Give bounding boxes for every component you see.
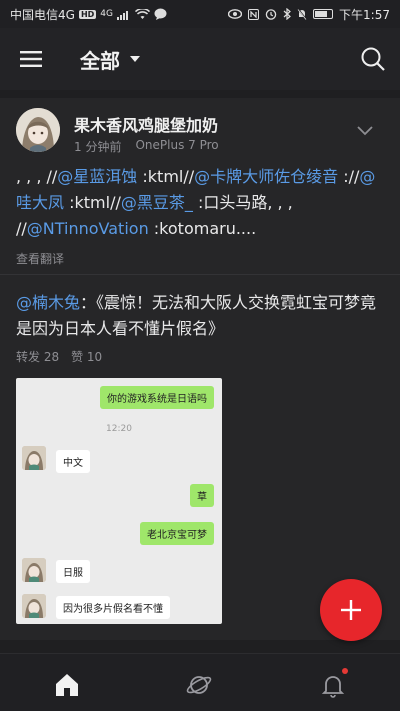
chat-timestamp: 12:20 (106, 424, 132, 434)
notification-badge (342, 668, 348, 674)
bottom-nav (0, 653, 400, 711)
chat-avatar (22, 594, 46, 618)
chat-message: 中文 (56, 450, 90, 473)
post-body: , , , //@星蓝洱蚀 :ktml//@卡牌大师佐仓绫音 ://@哇大凤 :… (16, 164, 376, 242)
menu-button[interactable] (0, 28, 62, 90)
eye-icon (228, 9, 243, 19)
mention-link[interactable]: @NTinnoVation (27, 219, 149, 238)
post-text: :// (338, 167, 360, 186)
nav-home[interactable] (54, 672, 80, 698)
home-icon (56, 674, 78, 696)
nav-explore[interactable] (186, 672, 212, 698)
author-avatar[interactable] (16, 108, 60, 152)
wifi-icon (134, 8, 150, 20)
alarm-icon (265, 8, 277, 20)
clock-label: 下午1:57 (339, 7, 390, 22)
page-title: 全部 (80, 48, 120, 73)
sub-network-label: 4G (100, 9, 113, 19)
search-button[interactable] (360, 46, 386, 72)
signal-icon (116, 9, 131, 20)
chat-message: 老北京宝可梦 (140, 522, 214, 545)
battery-icon (313, 9, 334, 19)
chat-avatar (22, 446, 46, 470)
post-text: , , , // (16, 167, 58, 186)
plus-icon (341, 600, 361, 620)
chat-message: 因为很多片假名看不懂 (56, 596, 170, 619)
chat-screenshot-image[interactable]: 你的游戏系统是日语吗 12:20 中文 草 老北京宝可梦 日服 因为很多片假名看… (16, 378, 222, 624)
post-card[interactable]: 果木香风鸡腿堡加奶 1 分钟前 OnePlus 7 Pro , , , //@星… (0, 98, 400, 640)
post-options-button[interactable] (356, 122, 374, 136)
repost-mention[interactable]: @楠木兔 (16, 293, 80, 312)
like-count[interactable]: 赞 10 (71, 348, 102, 365)
repost-stats: 转发 28 赞 10 (16, 348, 102, 365)
post-device: OnePlus 7 Pro (135, 138, 219, 152)
chat-message: 你的游戏系统是日语吗 (100, 386, 214, 409)
nfc-icon (248, 8, 260, 20)
mention-link[interactable]: @卡牌大师佐仓绫音 (194, 167, 338, 186)
mute-icon (297, 8, 307, 20)
repost-body[interactable]: @楠木兔：《震惊！无法和大阪人交换霓虹宝可梦竟是因为日本人看不懂片假名》 (16, 290, 386, 342)
translate-link[interactable]: 查看翻译 (16, 250, 64, 267)
chat-message: 草 (190, 484, 214, 507)
chat-message: 日服 (56, 560, 90, 583)
feed-filter-dropdown[interactable]: 全部 (80, 45, 140, 74)
bluetooth-icon (283, 8, 291, 20)
app-header: 全部 (0, 28, 400, 90)
chat-avatar (22, 558, 46, 582)
chevron-down-icon (357, 126, 373, 136)
status-bar: 中国电信4G HD 4G 下午1:57 (0, 0, 400, 28)
divider (0, 274, 400, 275)
carrier-label: 中国电信4G (10, 7, 75, 22)
mention-link[interactable]: @星蓝洱蚀 (57, 167, 137, 186)
chat-bubble-icon (154, 8, 167, 20)
forward-count[interactable]: 转发 28 (16, 348, 59, 365)
caret-down-icon (130, 56, 140, 62)
post-text: :kotomaru.... (148, 219, 257, 238)
mention-link[interactable]: @黑豆茶_ (121, 193, 193, 212)
menu-icon (20, 51, 42, 67)
post-text: :ktml// (64, 193, 121, 212)
search-icon (361, 47, 385, 71)
nav-notifications[interactable] (320, 668, 348, 698)
compose-button[interactable] (320, 579, 382, 641)
post-time: 1 分钟前 (74, 140, 122, 154)
post-meta: 1 分钟前 OnePlus 7 Pro (74, 138, 219, 155)
post-text: :ktml// (137, 167, 195, 186)
bell-icon (321, 676, 345, 698)
author-name[interactable]: 果木香风鸡腿堡加奶 (74, 112, 218, 136)
planet-icon (186, 676, 212, 694)
hd-badge: HD (78, 9, 97, 19)
